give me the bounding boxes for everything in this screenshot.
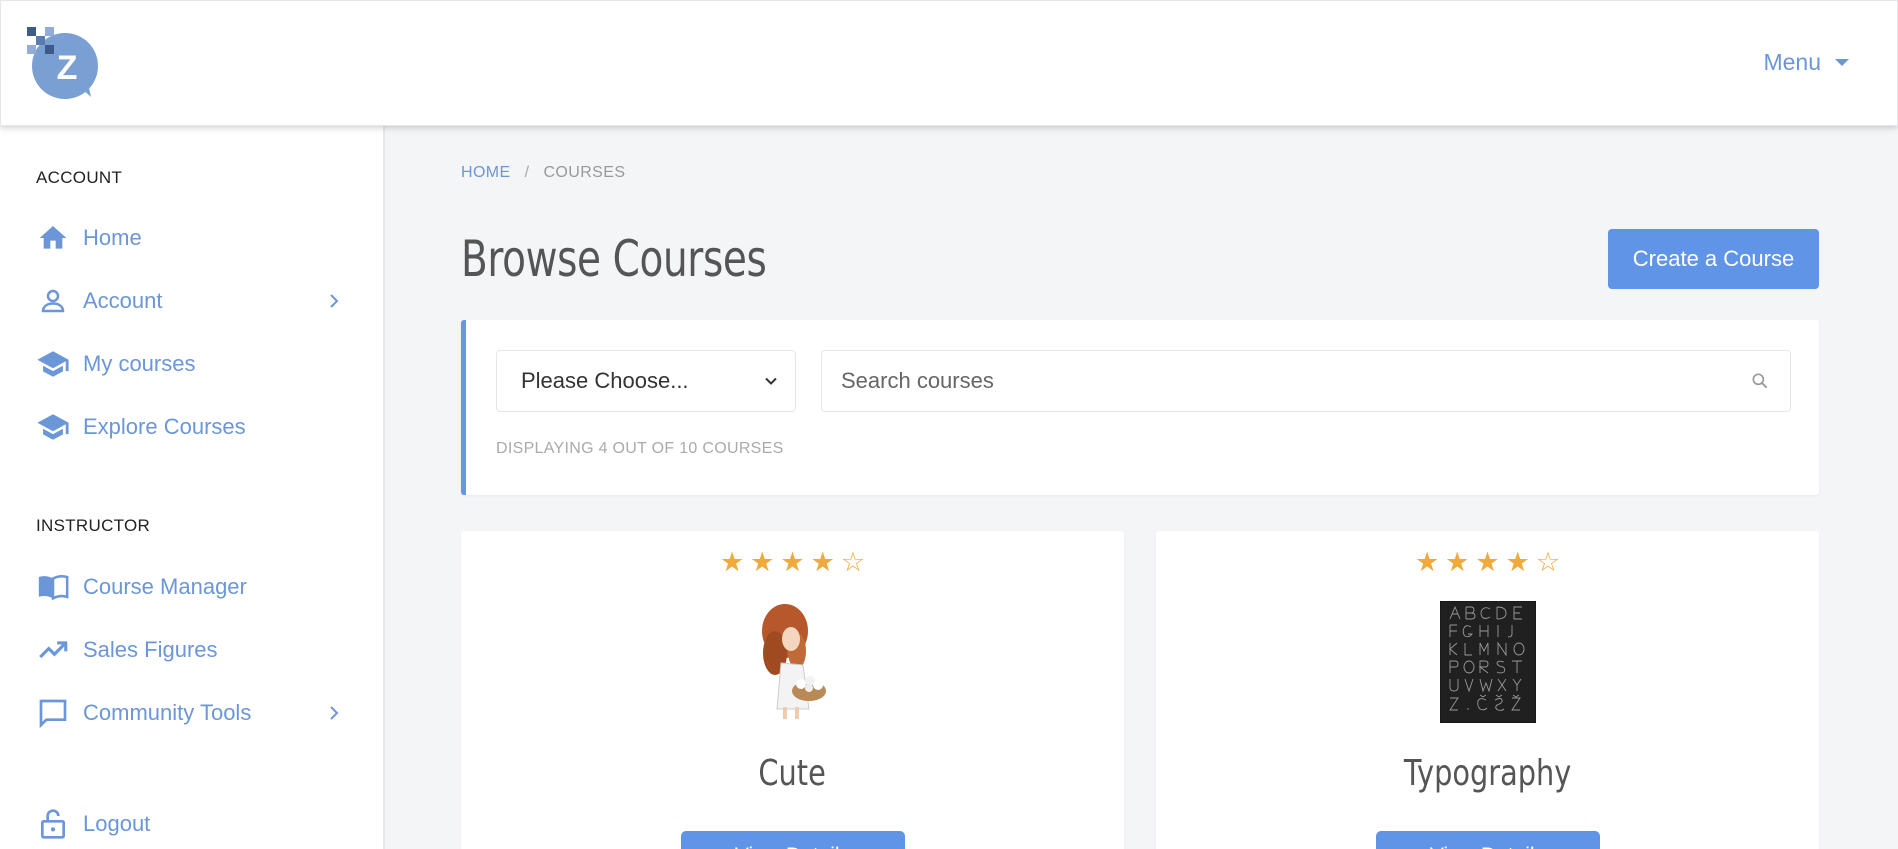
rating-stars: ★ ★ ★ ★ ☆ [1156,549,1819,576]
sidebar-item-label: Account [83,288,163,313]
star-filled-icon: ★ [719,547,745,577]
view-details-button[interactable]: View Details [1375,831,1600,849]
chevron-right-icon [330,706,339,720]
view-details-button[interactable]: View Details [680,831,905,849]
star-filled-icon: ★ [750,547,775,577]
trending-up-icon [36,633,70,667]
sidebar-item-label: My courses [83,351,196,376]
star-filled-icon: ★ [810,547,835,577]
sidebar-item-label: Explore Courses [83,414,246,439]
menu-dropdown[interactable]: Menu [1763,49,1849,76]
star-filled-icon: ★ [780,547,805,577]
breadcrumb-home-link[interactable]: HOME [461,164,511,182]
sidebar-item-label: Sales Figures [83,637,218,662]
account-section-title: ACCOUNT [36,168,123,187]
category-select-value: Please Choose... [521,368,689,393]
chevron-down-icon [765,377,777,385]
sidebar-item-label: Home [83,225,142,250]
logo-icon[interactable]: Z [25,25,103,103]
page-title: Browse Courses [461,230,767,288]
star-filled-icon: ★ [1505,547,1530,577]
course-title: Typography [1403,753,1572,794]
sidebar-item-explore-courses[interactable]: Explore Courses [36,407,346,447]
graduation-cap-icon [36,410,70,444]
star-filled-icon: ★ [1414,547,1440,577]
course-title: Cute [758,753,827,794]
star-filled-icon: ★ [1445,547,1470,577]
course-card[interactable]: ★ ★ ★ ★ ☆ Cute View Details [461,531,1124,849]
sidebar-item-logout[interactable]: Logout [36,804,346,844]
sidebar-item-label: Logout [83,811,151,836]
rating-stars: ★ ★ ★ ★ ☆ [461,549,1124,576]
sidebar-item-label: Course Manager [83,574,247,599]
home-icon [36,221,70,255]
star-empty-icon: ☆ [840,547,866,577]
menu-label: Menu [1763,49,1821,75]
search-icon[interactable] [1750,371,1770,391]
sidebar-item-account[interactable]: Account [36,281,346,321]
sidebar-item-label: Community Tools [83,700,252,725]
category-select[interactable]: Please Choose... [496,350,796,412]
course-card[interactable]: ★ ★ ★ ★ ☆ Typography View Details [1156,531,1819,849]
results-count: DISPLAYING 4 OUT OF 10 COURSES [496,440,784,457]
sidebar-item-sales-figures[interactable]: Sales Figures [36,630,346,670]
user-icon [36,284,70,318]
sidebar-item-community-tools[interactable]: Community Tools [36,693,346,733]
sidebar-item-home[interactable]: Home [36,218,346,258]
course-thumbnail [761,604,826,719]
create-course-button[interactable]: Create a Course [1608,229,1819,289]
caret-down-icon [1835,59,1849,66]
sidebar-item-course-manager[interactable]: Course Manager [36,567,346,607]
search-box [821,350,1791,412]
svg-text:Z: Z [57,49,78,87]
breadcrumb-separator: / [524,164,530,181]
lock-open-icon [36,807,70,841]
star-empty-icon: ☆ [1535,547,1561,577]
instructor-section-title: INSTRUCTOR [36,516,151,535]
book-icon [36,570,70,604]
graduation-cap-icon [36,347,70,381]
star-filled-icon: ★ [1475,547,1500,577]
chevron-right-icon [330,294,339,308]
filter-panel: Please Choose... DISPLAYING 4 OUT OF 10 … [461,320,1819,495]
top-bar: Z Menu [0,0,1898,126]
breadcrumb-current: COURSES [543,164,626,181]
breadcrumb: HOME / COURSES [461,164,625,182]
sidebar: ACCOUNT Home Account My courses Explore … [0,126,385,849]
chat-icon [36,696,70,730]
sidebar-item-my-courses[interactable]: My courses [36,344,346,384]
main-content: HOME / COURSES Browse Courses Create a C… [387,126,1898,849]
course-thumbnail [1439,601,1536,723]
search-input[interactable] [822,351,1742,411]
